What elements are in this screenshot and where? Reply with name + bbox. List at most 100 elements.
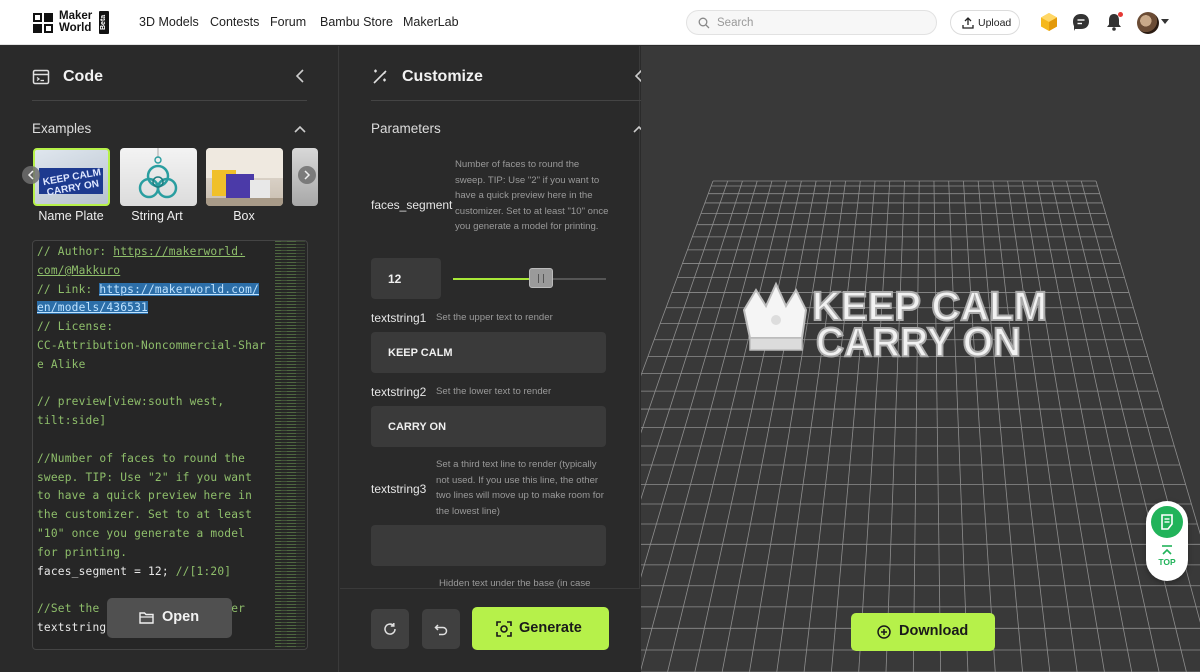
grid-line: [948, 180, 969, 672]
example-thumb-box[interactable]: [206, 148, 283, 206]
nav-3d-models[interactable]: 3D Models: [139, 15, 199, 29]
upload-icon: [962, 17, 974, 29]
faces-segment-description: Number of faces to round the sweep. TIP:…: [455, 159, 609, 233]
nav-contests[interactable]: Contests: [210, 15, 259, 29]
model-preview: KEEP CALM CARRY ON: [742, 281, 1048, 366]
code-panel-title: Code: [63, 68, 103, 85]
undo-button[interactable]: [422, 609, 460, 649]
model-viewport[interactable]: KEEP CALM CARRY ON TOP Download: [641, 46, 1200, 672]
author-url[interactable]: https://makerworld. com/@Makkuro: [37, 245, 245, 277]
grid-line: [933, 180, 942, 672]
hidden-text-description: Hidden text under the base (in case: [439, 578, 591, 588]
chat-icon[interactable]: [1071, 12, 1091, 32]
logo-text: Maker World: [59, 10, 93, 34]
folder-icon: [139, 612, 154, 624]
makerworld-logo[interactable]: Maker World Beta: [32, 10, 112, 36]
nav-makerlab[interactable]: MakerLab: [403, 15, 459, 29]
upload-label: Upload: [978, 17, 1012, 29]
top-label: TOP: [1158, 557, 1176, 567]
link-url[interactable]: https://makerworld.com/en/models/436531: [37, 282, 259, 315]
open-label: Open: [162, 609, 200, 625]
download-button[interactable]: Download: [851, 613, 995, 651]
textstring3-input[interactable]: [371, 525, 606, 566]
grid-line: [641, 180, 773, 671]
chevron-up-icon[interactable]: [293, 123, 307, 135]
customize-panel: Customize Parameters faces_segment Numbe…: [340, 46, 646, 672]
code-icon: [32, 69, 50, 85]
examples-section-header[interactable]: Examples: [32, 121, 307, 139]
model-text-line2: CARRY ON: [816, 319, 1021, 365]
search-box[interactable]: [686, 10, 937, 35]
textstring1-description: Set the upper text to render: [436, 312, 553, 323]
faces-segment-input[interactable]: [371, 258, 441, 299]
grid-line: [1080, 180, 1200, 623]
beta-badge: Beta: [99, 11, 109, 34]
grid-line: [830, 180, 876, 672]
name-plate-preview: KEEP CALM CARRY ON: [39, 167, 103, 198]
grid-line: [977, 180, 1023, 672]
code-panel: Code Examples KEEP CALM CARRY ON Name Pl…: [0, 46, 339, 672]
parameters-section-header[interactable]: Parameters: [371, 121, 646, 139]
crown-shape: [742, 281, 808, 351]
examples-carousel: KEEP CALM CARRY ON Name Plate String Art…: [22, 146, 318, 230]
example-thumb-string-art[interactable]: [120, 148, 197, 206]
grid-line: [912, 180, 920, 672]
grid-line: [694, 180, 802, 672]
reset-icon: [384, 623, 396, 635]
note-icon: [1161, 514, 1173, 530]
code-panel-header: Code: [32, 46, 307, 101]
example-thumb-name-plate[interactable]: KEEP CALM CARRY ON: [33, 148, 110, 206]
undo-icon: [434, 624, 448, 636]
carousel-next-icon[interactable]: [298, 166, 316, 184]
chevron-down-icon[interactable]: [1161, 19, 1169, 24]
example-label-string-art[interactable]: String Art: [117, 209, 197, 223]
search-input[interactable]: [717, 15, 917, 31]
logo-cube-icon: [33, 13, 53, 33]
string-art-preview: [138, 148, 178, 199]
nav-bambu-store[interactable]: Bambu Store: [320, 15, 393, 29]
reset-button[interactable]: [371, 609, 409, 649]
slider-fill: [453, 278, 538, 280]
grid-line: [803, 180, 861, 672]
customize-action-bar: Generate: [340, 588, 640, 672]
textstring1-label: textstring1: [371, 311, 427, 325]
grid-line: [749, 180, 832, 672]
customize-icon: [373, 69, 387, 84]
example-label-name-plate[interactable]: Name Plate: [31, 209, 111, 223]
note-button[interactable]: [1151, 506, 1183, 538]
grid-line: [885, 180, 905, 672]
grid-line: [776, 180, 846, 672]
textstring3-label: textstring3: [371, 482, 427, 496]
scroll-top-button[interactable]: TOP: [1151, 543, 1183, 575]
grid-line: [992, 180, 1051, 672]
grid-line: [858, 180, 891, 672]
textstring1-input[interactable]: [371, 332, 606, 373]
textstring3-description: Set a third text line to render (typical…: [436, 459, 604, 517]
code-editor[interactable]: // Author: https://makerworld. com/@Makku…: [32, 240, 308, 650]
example-label-box[interactable]: Box: [204, 209, 284, 223]
top-navigation-bar: Maker World Beta 3D Models Contests Foru…: [0, 0, 1200, 45]
textstring2-label: textstring2: [371, 385, 427, 399]
bambu-cube-icon[interactable]: [1039, 12, 1059, 32]
grid-line: [1051, 180, 1160, 672]
grid-line: [641, 180, 758, 578]
code-text[interactable]: // Author: https://makerworld. com/@Makku…: [37, 243, 273, 638]
open-button[interactable]: Open: [107, 598, 232, 638]
generate-button[interactable]: Generate: [472, 607, 609, 650]
grid-line: [641, 180, 729, 434]
slider-handle[interactable]: [529, 268, 553, 288]
grid-line: [963, 180, 996, 672]
textstring2-input[interactable]: [371, 406, 606, 447]
search-icon: [698, 17, 710, 29]
avatar[interactable]: [1137, 12, 1159, 34]
grid-line: [1021, 180, 1105, 672]
grid-line: [1007, 180, 1078, 672]
generate-label: Generate: [519, 620, 582, 636]
customize-panel-title: Customize: [402, 68, 483, 85]
nav-forum[interactable]: Forum: [270, 15, 306, 29]
upload-button[interactable]: Upload: [950, 10, 1020, 35]
carousel-prev-icon[interactable]: [22, 166, 40, 184]
chevron-left-icon[interactable]: [293, 68, 307, 84]
download-label: Download: [899, 623, 969, 639]
download-icon: [877, 625, 891, 639]
